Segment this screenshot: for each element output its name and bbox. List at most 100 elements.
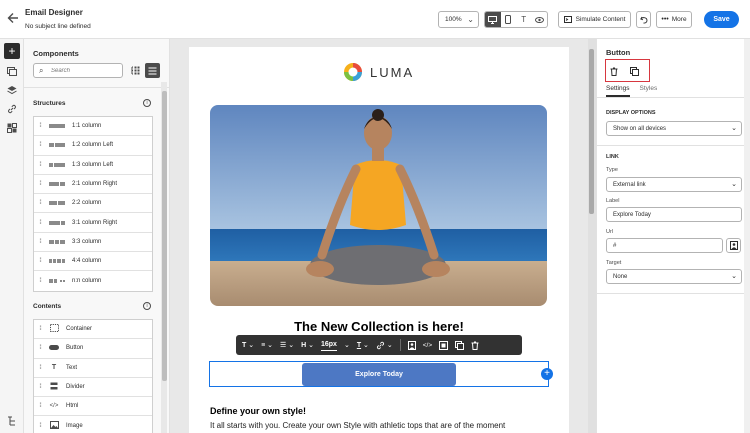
save-button[interactable]: Save xyxy=(704,11,739,28)
navigation-tree-icon[interactable] xyxy=(4,413,20,429)
text-view-icon[interactable]: T xyxy=(516,12,532,27)
view-mode-group: T xyxy=(484,11,548,28)
more-button[interactable]: ••• More xyxy=(656,11,692,28)
mobile-view-icon[interactable] xyxy=(501,12,517,27)
drag-handle-icon[interactable]: ⁞⁞ xyxy=(34,423,46,429)
luma-logo-icon xyxy=(344,63,362,81)
delete-icon[interactable] xyxy=(608,65,620,77)
target-select[interactable]: None ⌄ xyxy=(606,269,742,284)
drag-handle-icon[interactable]: ⁞⁞ xyxy=(34,239,46,245)
simulate-content-button[interactable]: Simulate Content xyxy=(558,11,631,28)
list-icon[interactable]: ☰ ⌄ xyxy=(280,335,294,355)
desktop-view-icon[interactable] xyxy=(485,12,501,27)
add-components-icon[interactable]: + xyxy=(4,43,20,59)
structure-item[interactable]: ⁞⁞ n:n column xyxy=(34,271,152,290)
display-options-select[interactable]: Show on all devices ⌄ xyxy=(606,121,742,136)
drag-handle-icon[interactable]: ⁞⁞ xyxy=(34,326,46,332)
more-dots-icon: ••• xyxy=(661,16,669,23)
drag-handle-icon[interactable]: ⁞⁞ xyxy=(34,403,46,409)
components-scroll-thumb[interactable] xyxy=(162,91,167,381)
drag-handle-icon[interactable]: ⁞⁞ xyxy=(34,123,46,129)
zoom-select[interactable]: 100% ⌄ xyxy=(438,11,479,28)
copy-icon[interactable] xyxy=(455,335,465,355)
assets-icon[interactable] xyxy=(4,63,20,79)
label-label: Label xyxy=(606,198,620,204)
url-input[interactable]: # xyxy=(606,238,723,253)
content-item-text[interactable]: ⁞⁞ T Text xyxy=(34,359,152,378)
canvas-scroll-thumb[interactable] xyxy=(589,49,594,214)
undo-button[interactable] xyxy=(636,11,651,28)
structure-item[interactable]: ⁞⁞ 3:3 column xyxy=(34,233,152,253)
personalization-icon xyxy=(729,241,738,250)
drag-handle-icon[interactable]: ⁞⁞ xyxy=(34,278,46,284)
drag-handle-icon[interactable]: ⁞⁞ xyxy=(34,181,46,187)
structure-label: 3:1 column Right xyxy=(72,219,118,226)
structure-item[interactable]: ⁞⁞ 2:2 column xyxy=(34,194,152,214)
properties-tabs: Settings Styles xyxy=(606,85,667,97)
content-item-image[interactable]: ⁞⁞ Image xyxy=(34,416,152,433)
add-component-icon[interactable]: + xyxy=(541,368,553,380)
drag-handle-icon[interactable]: ⁞⁞ xyxy=(34,384,46,390)
text-color-icon[interactable]: T ⌄ xyxy=(357,335,369,355)
font-size-select[interactable]: 16px xyxy=(320,339,337,351)
structure-item[interactable]: ⁞⁞ 1:2 column Left xyxy=(34,136,152,156)
headline-text[interactable]: The New Collection is here! xyxy=(189,319,569,334)
grid-view-icon[interactable] xyxy=(129,64,142,77)
info-icon[interactable]: i xyxy=(143,99,151,107)
structure-item[interactable]: ⁞⁞ 1:1 column xyxy=(34,117,152,137)
tab-settings[interactable]: Settings xyxy=(606,85,630,97)
content-item-container[interactable]: ⁞⁞ Container xyxy=(34,320,152,340)
hero-image[interactable] xyxy=(210,105,547,306)
explore-today-button[interactable]: Explore Today xyxy=(302,363,456,386)
structure-item[interactable]: ⁞⁞ 4:4 column xyxy=(34,252,152,272)
personalization-icon[interactable] xyxy=(407,335,416,355)
content-item-divider[interactable]: ⁞⁞ Divider xyxy=(34,378,152,398)
font-size-value: 16px xyxy=(320,341,337,348)
search-input[interactable] xyxy=(51,66,119,76)
chevron-down-icon[interactable]: ⌄ xyxy=(344,335,350,355)
luma-logo[interactable]: LUMA xyxy=(343,62,414,82)
text-style-icon[interactable]: T ⌄ xyxy=(242,335,254,355)
selected-button-block[interactable]: Explore Today xyxy=(209,361,549,387)
drag-handle-icon[interactable]: ⁞⁞ xyxy=(34,162,46,168)
drag-handle-icon[interactable]: ⁞⁞ xyxy=(34,258,46,264)
content-item-html[interactable]: ⁞⁞ </> Html xyxy=(34,397,152,417)
select-parent-icon[interactable] xyxy=(439,335,449,355)
drag-handle-icon[interactable]: ⁞⁞ xyxy=(34,200,46,206)
link-label-input[interactable]: Explore Today xyxy=(606,207,742,222)
link-heading: LINK xyxy=(606,154,619,160)
content-label: Html xyxy=(66,403,79,410)
drag-handle-icon[interactable]: ⁞⁞ xyxy=(34,142,46,148)
duplicate-icon[interactable] xyxy=(628,65,640,77)
drag-handle-icon[interactable]: ⁞⁞ xyxy=(34,220,46,226)
align-icon[interactable]: ≡ ⌄ xyxy=(261,335,273,355)
heading-icon[interactable]: H ⌄ xyxy=(301,335,314,355)
personalize-url-button[interactable] xyxy=(726,238,741,253)
delete-icon[interactable] xyxy=(471,335,479,355)
tab-styles[interactable]: Styles xyxy=(640,85,658,97)
properties-scrollbar[interactable] xyxy=(744,39,750,433)
structure-item[interactable]: ⁞⁞ 3:1 column Right xyxy=(34,213,152,233)
drag-handle-icon[interactable]: ⁞⁞ xyxy=(34,365,46,371)
section-body-text[interactable]: It all starts with you. Create your own … xyxy=(210,421,505,430)
content-item-button[interactable]: ⁞⁞ Button xyxy=(34,339,152,359)
structure-item[interactable]: ⁞⁞ 1:3 column Left xyxy=(34,156,152,175)
code-icon[interactable]: </> xyxy=(423,335,432,355)
info-icon[interactable]: i xyxy=(143,302,151,310)
link-icon[interactable]: ⌄ xyxy=(376,335,393,355)
simulate-icon xyxy=(563,16,572,23)
link-type-select[interactable]: External link ⌄ xyxy=(606,177,742,192)
fragments-icon[interactable] xyxy=(4,120,20,136)
drag-handle-icon[interactable]: ⁞⁞ xyxy=(34,345,46,351)
layers-icon[interactable] xyxy=(4,82,20,98)
back-arrow-icon[interactable] xyxy=(7,11,19,25)
preview-eye-icon[interactable] xyxy=(532,12,548,27)
section-subhead[interactable]: Define your own style! xyxy=(210,406,306,416)
list-view-icon[interactable] xyxy=(145,63,160,78)
url-value: # xyxy=(613,243,617,249)
structure-item[interactable]: ⁞⁞ 2:1 column Right xyxy=(34,175,152,195)
search-field[interactable]: ⌕ xyxy=(33,63,123,78)
structure-label: 4:4 column xyxy=(72,258,102,265)
structure-label: 1:3 column Left xyxy=(72,161,114,168)
link-icon[interactable] xyxy=(4,101,20,117)
